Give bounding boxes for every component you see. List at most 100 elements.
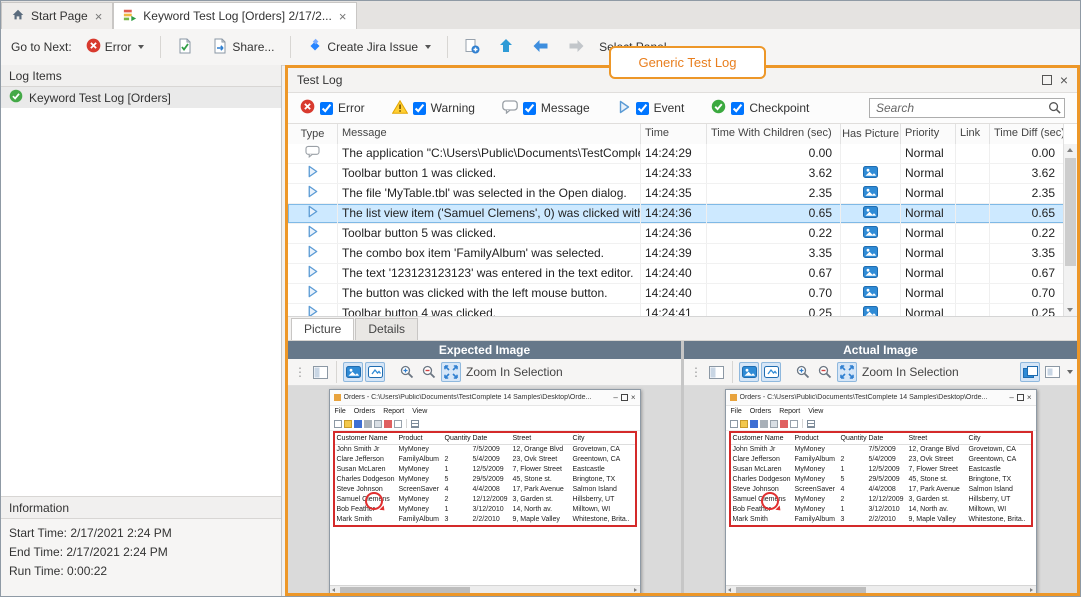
zoom-in-icon[interactable]	[397, 362, 417, 382]
zoom-out-icon[interactable]	[815, 362, 835, 382]
orders-grid-row: Samuel ClemensMyMoney212/12/20093, Garde…	[335, 495, 635, 505]
log-items-header-label: Log Items	[9, 69, 62, 83]
close-icon[interactable]: ×	[94, 10, 104, 23]
column-header-has-picture[interactable]: Has Picture	[841, 124, 901, 144]
log-filter-bar: Error Warning Message Event Checkpoint	[288, 93, 1077, 124]
filter-warning: Warning	[392, 100, 475, 117]
testcomplete-window: Start Page × Keyword Test Log [Orders] 2…	[0, 0, 1081, 597]
warning-checkbox[interactable]	[413, 102, 426, 115]
zoom-in-selection-icon[interactable]	[441, 362, 461, 382]
filter-message-label[interactable]: Message	[541, 101, 590, 115]
error-checkbox[interactable]	[320, 102, 333, 115]
drag-grip-icon[interactable]: ⋮	[294, 365, 306, 379]
checkpoint-icon	[711, 99, 726, 117]
error-dropdown-label: Error	[105, 40, 132, 54]
event-icon	[306, 185, 319, 203]
log-row[interactable]: Toolbar button 4 was clicked.14:24:410.2…	[288, 304, 1064, 316]
menu-orders: Orders	[354, 408, 375, 415]
column-header-time-diff[interactable]: Time Diff (sec)	[990, 124, 1064, 144]
actual-size-icon[interactable]	[365, 362, 385, 382]
log-time-diff-cell: 0.67	[990, 264, 1064, 283]
checkpoint-checkbox[interactable]	[731, 102, 744, 115]
column-header-time[interactable]: Time	[641, 124, 707, 144]
tree-item-keyword-test-log[interactable]: Keyword Test Log [Orders]	[1, 87, 281, 108]
restore-icon[interactable]	[1042, 75, 1052, 85]
tab-picture[interactable]: Picture	[291, 318, 354, 340]
actual-size-icon[interactable]	[761, 362, 781, 382]
toolbar-separator	[802, 419, 803, 428]
log-time-diff-cell: 0.65	[990, 204, 1064, 223]
panels-icon[interactable]	[706, 362, 726, 382]
zoom-in-icon[interactable]	[793, 362, 813, 382]
close-icon[interactable]: ×	[338, 10, 348, 23]
horizontal-scrollbar	[330, 585, 640, 593]
tab-keyword-test-log[interactable]: Keyword Test Log [Orders] 2/17/2... ×	[113, 2, 357, 29]
zoom-in-selection-icon[interactable]	[837, 362, 857, 382]
log-row[interactable]: The file 'MyTable.tbl' was selected in t…	[288, 184, 1064, 204]
log-row[interactable]: The button was clicked with the left mou…	[288, 284, 1064, 304]
scroll-right-icon	[1027, 586, 1036, 593]
upload-results-button[interactable]	[492, 33, 520, 61]
column-header-link[interactable]: Link	[956, 124, 990, 144]
event-icon	[617, 100, 631, 117]
create-jira-issue-button[interactable]: Create Jira Issue	[300, 33, 438, 62]
compare-view-icon[interactable]	[1020, 362, 1040, 382]
create-issue-quick-button[interactable]	[457, 33, 487, 62]
filter-error: Error	[300, 99, 365, 117]
drag-grip-icon[interactable]: ⋮	[690, 365, 702, 379]
log-row[interactable]: The text '123123123123' was entered in t…	[288, 264, 1064, 284]
log-time-with-children-cell: 0.25	[707, 304, 841, 316]
toolbar-overflow-chevron-icon[interactable]	[1067, 370, 1073, 374]
log-row[interactable]: Toolbar button 5 was clicked.14:24:360.2…	[288, 224, 1064, 244]
orders-toolbar	[726, 417, 1036, 431]
fit-picture-icon[interactable]	[343, 362, 363, 382]
horizontal-scrollbar	[726, 585, 1036, 593]
forward-button[interactable]	[561, 34, 592, 61]
message-checkbox[interactable]	[523, 102, 536, 115]
scrollbar-thumb[interactable]	[1065, 158, 1076, 266]
panels-icon[interactable]	[310, 362, 330, 382]
log-row[interactable]: The application "C:\Users\Public\Documen…	[288, 144, 1064, 164]
expected-image-view[interactable]: Orders - C:\Users\Public\Documents\TestC…	[288, 386, 681, 593]
filter-warning-label[interactable]: Warning	[431, 101, 475, 115]
log-row[interactable]: The combo box item 'FamilyAlbum' was sel…	[288, 244, 1064, 264]
filter-error-label[interactable]: Error	[338, 101, 365, 115]
scroll-up-icon[interactable]	[1064, 144, 1077, 157]
column-header-type[interactable]: Type	[288, 124, 338, 144]
column-header-message[interactable]: Message	[338, 124, 641, 144]
start-time-text: Start Time: 2/17/2021 2:24 PM	[9, 524, 273, 543]
event-icon	[306, 245, 319, 263]
event-checkbox[interactable]	[636, 102, 649, 115]
picture-icon	[863, 305, 878, 317]
new-icon	[730, 420, 738, 428]
expected-picture-toolbar: ⋮ Zoom In Selection	[288, 359, 681, 386]
vertical-scrollbar[interactable]	[1063, 144, 1077, 316]
zoom-in-selection-label: Zoom In Selection	[862, 365, 959, 379]
log-priority-cell: Normal	[901, 264, 956, 283]
orders-grid-row: Susan McLarenMyMoney112/5/20097, Flower …	[335, 465, 635, 475]
zoom-out-icon[interactable]	[419, 362, 439, 382]
share-button[interactable]: Share...	[205, 33, 281, 62]
event-icon	[306, 265, 319, 283]
validate-log-button[interactable]	[170, 33, 200, 62]
log-row[interactable]: The list view item ('Samuel Clemens', 0)…	[288, 204, 1064, 224]
tab-start-page[interactable]: Start Page ×	[1, 2, 113, 29]
search-input[interactable]	[869, 98, 1065, 118]
go-to-next-error-dropdown[interactable]: Error	[79, 33, 152, 61]
column-header-time-with-children[interactable]: Time With Children (sec)	[707, 124, 841, 144]
close-icon[interactable]: ×	[1060, 73, 1068, 87]
back-button[interactable]	[525, 34, 556, 61]
column-header-priority[interactable]: Priority	[901, 124, 956, 144]
scroll-down-icon[interactable]	[1064, 303, 1077, 316]
fit-picture-icon[interactable]	[739, 362, 759, 382]
log-priority-cell: Normal	[901, 284, 956, 303]
orders-grid-row: John Smith JrMyMoney7/5/200912, Orange B…	[335, 445, 635, 455]
tab-details[interactable]: Details	[355, 318, 418, 340]
log-row[interactable]: Toolbar button 1 was clicked.14:24:333.6…	[288, 164, 1064, 184]
filter-checkpoint-label[interactable]: Checkpoint	[749, 101, 809, 115]
log-has-picture-cell	[841, 224, 901, 243]
menu-view: View	[412, 408, 427, 415]
filter-event-label[interactable]: Event	[654, 101, 685, 115]
actual-image-view[interactable]: Orders - C:\Users\Public\Documents\TestC…	[684, 386, 1077, 593]
difference-view-icon[interactable]	[1042, 362, 1062, 382]
